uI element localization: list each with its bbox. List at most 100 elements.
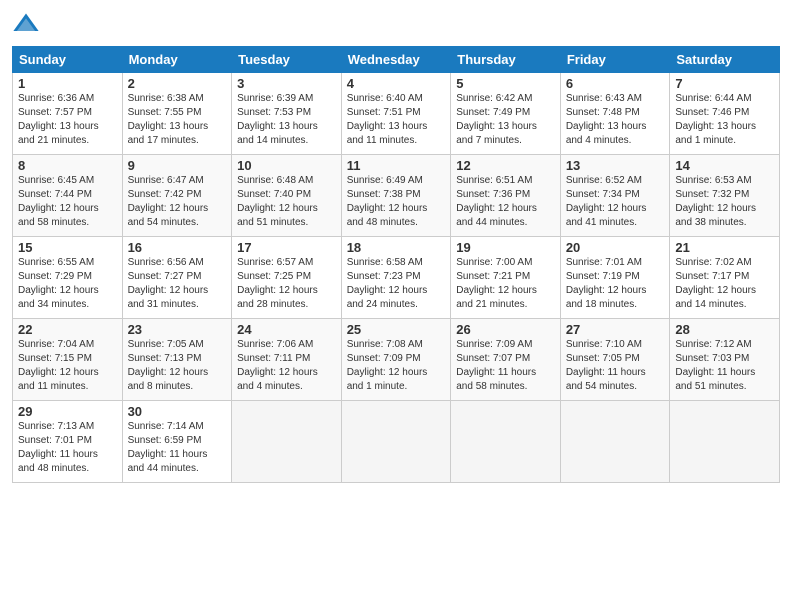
day-info: Sunrise: 7:10 AM Sunset: 7:05 PM Dayligh…	[566, 338, 665, 394]
day-number: 14	[675, 158, 774, 173]
table-row: 13Sunrise: 6:52 AM Sunset: 7:34 PM Dayli…	[560, 155, 670, 237]
day-number: 8	[18, 158, 117, 173]
day-number: 24	[237, 322, 336, 337]
day-number: 6	[566, 76, 665, 91]
day-info: Sunrise: 6:57 AM Sunset: 7:25 PM Dayligh…	[237, 256, 336, 312]
day-info: Sunrise: 6:43 AM Sunset: 7:48 PM Dayligh…	[566, 92, 665, 148]
table-row: 26Sunrise: 7:09 AM Sunset: 7:07 PM Dayli…	[451, 319, 561, 401]
table-row: 12Sunrise: 6:51 AM Sunset: 7:36 PM Dayli…	[451, 155, 561, 237]
day-number: 21	[675, 240, 774, 255]
table-row	[232, 401, 342, 483]
table-row: 11Sunrise: 6:49 AM Sunset: 7:38 PM Dayli…	[341, 155, 451, 237]
table-row: 2Sunrise: 6:38 AM Sunset: 7:55 PM Daylig…	[122, 73, 232, 155]
day-info: Sunrise: 6:56 AM Sunset: 7:27 PM Dayligh…	[128, 256, 227, 312]
day-info: Sunrise: 6:36 AM Sunset: 7:57 PM Dayligh…	[18, 92, 117, 148]
header	[12, 10, 780, 38]
day-number: 18	[347, 240, 446, 255]
col-sunday: Sunday	[13, 47, 123, 73]
day-info: Sunrise: 6:47 AM Sunset: 7:42 PM Dayligh…	[128, 174, 227, 230]
table-row: 1Sunrise: 6:36 AM Sunset: 7:57 PM Daylig…	[13, 73, 123, 155]
day-info: Sunrise: 6:44 AM Sunset: 7:46 PM Dayligh…	[675, 92, 774, 148]
table-row: 9Sunrise: 6:47 AM Sunset: 7:42 PM Daylig…	[122, 155, 232, 237]
day-number: 4	[347, 76, 446, 91]
day-number: 16	[128, 240, 227, 255]
day-number: 30	[128, 404, 227, 419]
day-info: Sunrise: 6:38 AM Sunset: 7:55 PM Dayligh…	[128, 92, 227, 148]
calendar-week-1: 1Sunrise: 6:36 AM Sunset: 7:57 PM Daylig…	[13, 73, 780, 155]
day-info: Sunrise: 7:00 AM Sunset: 7:21 PM Dayligh…	[456, 256, 555, 312]
table-row: 8Sunrise: 6:45 AM Sunset: 7:44 PM Daylig…	[13, 155, 123, 237]
table-row: 24Sunrise: 7:06 AM Sunset: 7:11 PM Dayli…	[232, 319, 342, 401]
day-number: 20	[566, 240, 665, 255]
table-row	[341, 401, 451, 483]
day-info: Sunrise: 6:40 AM Sunset: 7:51 PM Dayligh…	[347, 92, 446, 148]
table-row: 27Sunrise: 7:10 AM Sunset: 7:05 PM Dayli…	[560, 319, 670, 401]
table-row: 6Sunrise: 6:43 AM Sunset: 7:48 PM Daylig…	[560, 73, 670, 155]
col-friday: Friday	[560, 47, 670, 73]
table-row: 16Sunrise: 6:56 AM Sunset: 7:27 PM Dayli…	[122, 237, 232, 319]
day-number: 22	[18, 322, 117, 337]
day-number: 12	[456, 158, 555, 173]
table-row	[670, 401, 780, 483]
day-number: 26	[456, 322, 555, 337]
day-number: 17	[237, 240, 336, 255]
day-info: Sunrise: 6:53 AM Sunset: 7:32 PM Dayligh…	[675, 174, 774, 230]
logo-icon	[12, 10, 40, 38]
table-row: 22Sunrise: 7:04 AM Sunset: 7:15 PM Dayli…	[13, 319, 123, 401]
table-row: 28Sunrise: 7:12 AM Sunset: 7:03 PM Dayli…	[670, 319, 780, 401]
table-row: 15Sunrise: 6:55 AM Sunset: 7:29 PM Dayli…	[13, 237, 123, 319]
table-row: 14Sunrise: 6:53 AM Sunset: 7:32 PM Dayli…	[670, 155, 780, 237]
day-info: Sunrise: 6:58 AM Sunset: 7:23 PM Dayligh…	[347, 256, 446, 312]
table-row: 7Sunrise: 6:44 AM Sunset: 7:46 PM Daylig…	[670, 73, 780, 155]
table-row: 30Sunrise: 7:14 AM Sunset: 6:59 PM Dayli…	[122, 401, 232, 483]
day-number: 3	[237, 76, 336, 91]
table-row: 23Sunrise: 7:05 AM Sunset: 7:13 PM Dayli…	[122, 319, 232, 401]
day-info: Sunrise: 6:55 AM Sunset: 7:29 PM Dayligh…	[18, 256, 117, 312]
table-row: 3Sunrise: 6:39 AM Sunset: 7:53 PM Daylig…	[232, 73, 342, 155]
day-number: 27	[566, 322, 665, 337]
day-number: 28	[675, 322, 774, 337]
table-row: 17Sunrise: 6:57 AM Sunset: 7:25 PM Dayli…	[232, 237, 342, 319]
day-info: Sunrise: 6:49 AM Sunset: 7:38 PM Dayligh…	[347, 174, 446, 230]
day-number: 10	[237, 158, 336, 173]
day-number: 9	[128, 158, 227, 173]
day-info: Sunrise: 7:02 AM Sunset: 7:17 PM Dayligh…	[675, 256, 774, 312]
header-row: Sunday Monday Tuesday Wednesday Thursday…	[13, 47, 780, 73]
table-row: 21Sunrise: 7:02 AM Sunset: 7:17 PM Dayli…	[670, 237, 780, 319]
day-number: 5	[456, 76, 555, 91]
calendar-week-5: 29Sunrise: 7:13 AM Sunset: 7:01 PM Dayli…	[13, 401, 780, 483]
table-row: 20Sunrise: 7:01 AM Sunset: 7:19 PM Dayli…	[560, 237, 670, 319]
day-info: Sunrise: 6:45 AM Sunset: 7:44 PM Dayligh…	[18, 174, 117, 230]
table-row: 18Sunrise: 6:58 AM Sunset: 7:23 PM Dayli…	[341, 237, 451, 319]
day-number: 1	[18, 76, 117, 91]
day-info: Sunrise: 7:14 AM Sunset: 6:59 PM Dayligh…	[128, 420, 227, 476]
day-number: 15	[18, 240, 117, 255]
day-number: 29	[18, 404, 117, 419]
day-number: 7	[675, 76, 774, 91]
col-thursday: Thursday	[451, 47, 561, 73]
day-info: Sunrise: 6:52 AM Sunset: 7:34 PM Dayligh…	[566, 174, 665, 230]
day-number: 13	[566, 158, 665, 173]
day-info: Sunrise: 6:39 AM Sunset: 7:53 PM Dayligh…	[237, 92, 336, 148]
calendar-table: Sunday Monday Tuesday Wednesday Thursday…	[12, 46, 780, 483]
table-row: 5Sunrise: 6:42 AM Sunset: 7:49 PM Daylig…	[451, 73, 561, 155]
day-info: Sunrise: 6:42 AM Sunset: 7:49 PM Dayligh…	[456, 92, 555, 148]
day-number: 25	[347, 322, 446, 337]
calendar-week-3: 15Sunrise: 6:55 AM Sunset: 7:29 PM Dayli…	[13, 237, 780, 319]
day-info: Sunrise: 7:13 AM Sunset: 7:01 PM Dayligh…	[18, 420, 117, 476]
day-number: 23	[128, 322, 227, 337]
col-tuesday: Tuesday	[232, 47, 342, 73]
table-row: 19Sunrise: 7:00 AM Sunset: 7:21 PM Dayli…	[451, 237, 561, 319]
table-row	[451, 401, 561, 483]
day-info: Sunrise: 7:09 AM Sunset: 7:07 PM Dayligh…	[456, 338, 555, 394]
table-row: 29Sunrise: 7:13 AM Sunset: 7:01 PM Dayli…	[13, 401, 123, 483]
day-info: Sunrise: 7:04 AM Sunset: 7:15 PM Dayligh…	[18, 338, 117, 394]
day-info: Sunrise: 7:08 AM Sunset: 7:09 PM Dayligh…	[347, 338, 446, 394]
day-number: 19	[456, 240, 555, 255]
main-container: Sunday Monday Tuesday Wednesday Thursday…	[0, 0, 792, 493]
col-wednesday: Wednesday	[341, 47, 451, 73]
col-saturday: Saturday	[670, 47, 780, 73]
col-monday: Monday	[122, 47, 232, 73]
table-row: 10Sunrise: 6:48 AM Sunset: 7:40 PM Dayli…	[232, 155, 342, 237]
table-row	[560, 401, 670, 483]
